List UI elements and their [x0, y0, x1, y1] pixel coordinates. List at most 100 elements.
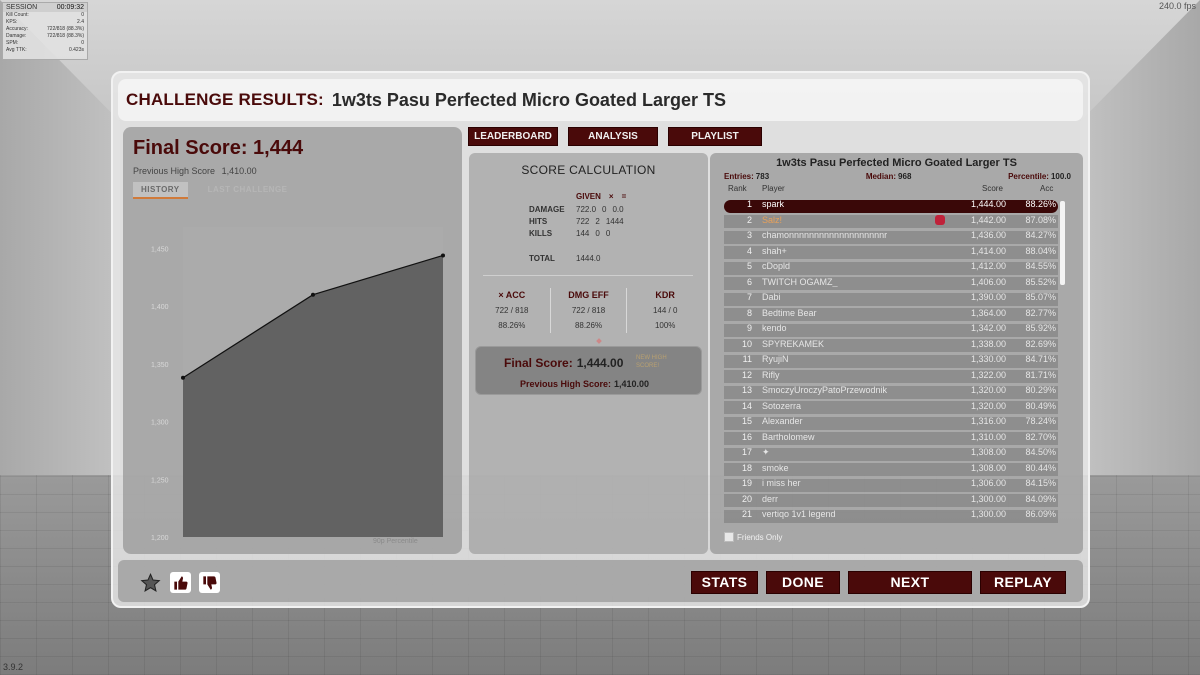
leaderboard-rank: 15: [741, 416, 752, 426]
stat-dmg-eff: DMG EFF 722 / 818 88.26%: [551, 288, 628, 333]
leaderboard-acc: 80.29%: [1025, 385, 1056, 395]
leaderboard-row[interactable]: 18 smoke 1,308.00 80.44%: [724, 462, 1058, 478]
calc-header-equals: =: [621, 192, 627, 201]
leaderboard-rank: 17: [741, 447, 752, 457]
leaderboard-player: derr: [762, 493, 779, 504]
leaderboard-row[interactable]: 8 Bedtime Bear 1,364.00 82.77%: [724, 307, 1058, 323]
tab-last-challenge[interactable]: LAST CHALLENGE: [200, 182, 296, 199]
final-score-value: 1,444.00: [576, 356, 624, 370]
calc-header-given: GIVEN: [576, 192, 601, 201]
hud-stat: Avg TTK: 0.423s: [3, 47, 87, 54]
leaderboard-row[interactable]: 2 Salz! 1,442.00 87.08%: [724, 214, 1058, 230]
leaderboard-acc: 88.26%: [1025, 199, 1056, 209]
leaderboard-row[interactable]: 12 Rifly 1,322.00 81.71%: [724, 369, 1058, 385]
leaderboard-row[interactable]: 14 Sotozerra 1,320.00 80.49%: [724, 400, 1058, 416]
leaderboard-scrollbar[interactable]: [1060, 201, 1065, 285]
leaderboard-row[interactable]: 5 cDopld 1,412.00 84.55%: [724, 260, 1058, 276]
tab-leaderboard[interactable]: LEADERBOARD: [468, 127, 558, 146]
version-label: 3.9.2: [3, 662, 24, 672]
leaderboard-player: Bartholomew: [762, 431, 815, 442]
entries-label: Entries:: [724, 172, 754, 181]
median-label: Median:: [865, 172, 897, 181]
friends-only-toggle[interactable]: Friends Only: [724, 532, 782, 542]
thumbs-up-icon[interactable]: [170, 572, 191, 593]
leaderboard-player: Salz!: [762, 214, 783, 225]
leaderboard-row[interactable]: 6 TWITCH OGAMZ_ 1,406.00 85.52%: [724, 276, 1058, 292]
leaderboard-row[interactable]: 19 i miss her 1,306.00 84.15%: [724, 477, 1058, 493]
leaderboard-row[interactable]: 1 spark 1,444.00 88.26%: [724, 198, 1058, 214]
favorite-star-icon[interactable]: [140, 572, 161, 593]
done-button[interactable]: DONE: [766, 571, 840, 594]
nav-tabs: LEADERBOARD ANALYSIS PLAYLIST: [468, 127, 762, 146]
leaderboard-row[interactable]: 20 derr 1,300.00 84.09%: [724, 493, 1058, 509]
previous-high-label: Previous High Score: [133, 166, 216, 176]
leaderboard-player: TWITCH OGAMZ_: [762, 276, 838, 287]
leaderboard-player: i miss her: [762, 478, 801, 488]
leaderboard-row[interactable]: 10 SPYREKAMEK 1,338.00 82.69%: [724, 338, 1058, 354]
leaderboard-row[interactable]: 16 Bartholomew 1,310.00 82.70%: [724, 431, 1058, 447]
previous-high-label: Previous High Score:: [520, 379, 612, 389]
leaderboard-score: 1,414.00: [970, 245, 1006, 256]
leaderboard-row[interactable]: 15 Alexander 1,316.00 78.24%: [724, 415, 1058, 431]
leaderboard-acc: 84.09%: [1025, 493, 1056, 504]
leaderboard-row[interactable]: 21 vertiqo 1v1 legend 1,300.00 86.09%: [724, 508, 1058, 524]
tab-playlist[interactable]: PLAYLIST: [668, 127, 762, 146]
history-tabs: HISTORY LAST CHALLENGE: [133, 182, 296, 199]
leaderboard-acc: 87.08%: [1025, 214, 1056, 225]
leaderboard-player: Rifly: [762, 369, 780, 380]
session-hud: SESSION 00:09:32 Kill Count: 0 KPS: 2.4 Ac…: [2, 2, 88, 60]
leaderboard-rank: 7: [746, 292, 752, 302]
stats-button[interactable]: STATS: [691, 571, 758, 594]
previous-high-score: Previous High Score 1,410.00: [133, 166, 257, 176]
leaderboard-acc: 78.24%: [1025, 416, 1056, 426]
friends-only-checkbox[interactable]: [724, 532, 734, 542]
calc-row-kills: KILLS 144 0 0: [529, 229, 616, 238]
stat-kdr: KDR 144 / 0 100%: [627, 288, 703, 333]
replay-button[interactable]: REPLAY: [980, 571, 1066, 594]
diamond-icon: [596, 338, 602, 344]
stat-header: × ACC: [498, 290, 526, 300]
leaderboard-score: 1,310.00: [970, 431, 1006, 442]
leaderboard-score: 1,342.00: [970, 323, 1006, 333]
leaderboard-player: kendo: [762, 323, 787, 333]
entries-count: Entries: 783: [724, 172, 769, 181]
calc-row-damage: DAMAGE 722.0 0 0.0: [529, 205, 630, 214]
leaderboard-row[interactable]: 4 shah+ 1,414.00 88.04%: [724, 245, 1058, 261]
hud-stat-value: 0.423s: [68, 47, 84, 53]
hud-stat-value: 2.4: [77, 19, 84, 25]
tab-analysis[interactable]: ANALYSIS: [568, 127, 658, 146]
thumbs-down-icon[interactable]: [199, 572, 220, 593]
leaderboard-row[interactable]: 11 RyujiN 1,330.00 84.71%: [724, 353, 1058, 369]
leaderboard-acc: 80.44%: [1025, 462, 1056, 473]
leaderboard-row[interactable]: 13 SmoczyUroczyPatoPrzewodnik 1,320.00 80.2…: [724, 384, 1058, 400]
final-score-summary: Final Score: 1,444.00 NEW HIGH SCORE! Pre…: [475, 346, 702, 395]
chart-y-tick-label: 1,300: [151, 420, 169, 427]
leaderboard-rank: 1: [746, 199, 752, 209]
hud-stat-value: 722/818 (88.3%): [47, 26, 84, 32]
tab-history[interactable]: HISTORY: [133, 182, 188, 199]
leaderboard-acc: 84.50%: [1025, 447, 1056, 457]
leaderboard-row[interactable]: 3 chamonnnnnnnnnnnnnnnnnnnr 1,436.00 84.27%: [724, 229, 1058, 245]
leaderboard-score: 1,322.00: [970, 369, 1006, 380]
leaderboard-player: ✦: [762, 447, 770, 457]
hud-stat: Accuracy: 722/818 (88.3%): [3, 26, 87, 33]
stat-ratio: 144 / 0: [652, 306, 678, 315]
leaderboard-rank: 12: [741, 369, 752, 380]
calc-total: TOTAL 1444.0: [529, 254, 606, 263]
calc-divider: [483, 275, 693, 276]
leaderboard-player: vertiqo 1v1 legend: [762, 509, 836, 519]
next-button[interactable]: NEXT: [848, 571, 972, 594]
leaderboard-score: 1,308.00: [970, 462, 1006, 473]
hud-stat: SPM: 0: [3, 40, 87, 47]
leaderboard-rank: 10: [741, 338, 752, 349]
leaderboard-row[interactable]: 7 Dabi 1,390.00 85.07%: [724, 291, 1058, 307]
stat-ratio: 722 / 818: [571, 306, 606, 315]
percentile: Percentile: 100.0: [1008, 172, 1071, 181]
fps-counter: 240.0 fps: [1158, 1, 1196, 11]
thumbs-up-glyph: [173, 575, 188, 590]
leaderboard-row[interactable]: 9 kendo 1,342.00 85.92%: [724, 322, 1058, 338]
calc-total-value: 1444.0: [576, 254, 601, 263]
leaderboard-row[interactable]: 17 ✦ 1,308.00 84.50%: [724, 446, 1058, 462]
leaderboard-columns: Rank Player Score Acc: [724, 184, 1074, 194]
leaderboard-score: 1,316.00: [970, 416, 1006, 426]
